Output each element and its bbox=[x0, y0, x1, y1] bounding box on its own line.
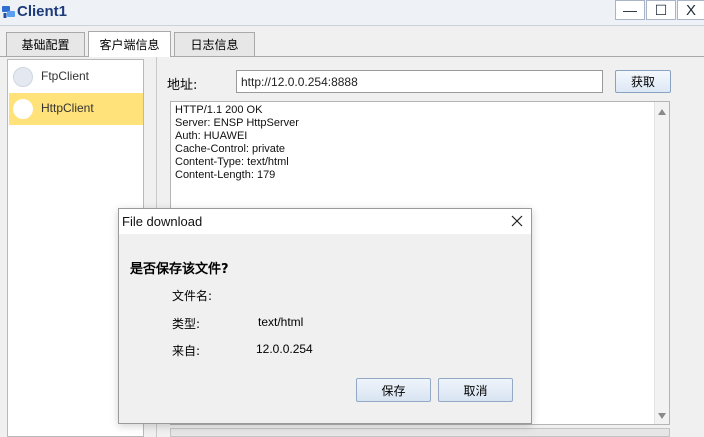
response-line: Content-Length: 179 bbox=[175, 169, 276, 181]
from-value: 12.0.0.254 bbox=[256, 342, 313, 356]
panel-bottom-strip bbox=[170, 428, 670, 437]
tab-client-info[interactable]: 客户端信息 bbox=[88, 31, 171, 57]
dialog-title: File download bbox=[122, 214, 203, 229]
save-button[interactable]: 保存 bbox=[356, 378, 431, 402]
tab-log-info[interactable]: 日志信息 bbox=[174, 32, 255, 56]
close-icon bbox=[511, 215, 523, 227]
scroll-up-icon[interactable] bbox=[658, 109, 666, 115]
client-item-label: FtpClient bbox=[41, 69, 90, 83]
client-item-ftp[interactable]: FtpClient bbox=[9, 61, 143, 93]
response-line: Server: ENSP HttpServer bbox=[175, 117, 299, 129]
address-label: 地址: bbox=[167, 78, 198, 93]
file-download-dialog: File download 是否保存该文件? 文件名: 类型: text/htm… bbox=[118, 208, 532, 424]
address-input[interactable] bbox=[236, 70, 603, 93]
client-status-icon bbox=[13, 99, 33, 119]
dialog-question: 是否保存该文件? bbox=[130, 262, 229, 277]
dialog-close-button[interactable] bbox=[507, 211, 527, 231]
response-content: HTTP/1.1 200 OK Server: ENSP HttpServer … bbox=[175, 104, 299, 182]
minimize-button[interactable]: — bbox=[615, 0, 645, 20]
close-window-button[interactable]: X bbox=[677, 0, 704, 20]
dialog-titlebar: File download bbox=[119, 209, 531, 234]
tab-strip: 基础配置 客户端信息 日志信息 bbox=[0, 26, 704, 57]
cancel-button[interactable]: 取消 bbox=[438, 378, 513, 402]
maximize-button[interactable]: ☐ bbox=[646, 0, 676, 20]
response-line: Cache-Control: private bbox=[175, 143, 286, 155]
network-client-icon bbox=[2, 6, 15, 18]
tab-basic-config[interactable]: 基础配置 bbox=[6, 32, 85, 56]
client-item-http[interactable]: HttpClient bbox=[9, 93, 143, 125]
filename-label: 文件名: bbox=[172, 289, 213, 303]
fetch-button[interactable]: 获取 bbox=[615, 70, 671, 93]
window-titlebar: Client1 — ☐ X bbox=[0, 0, 704, 26]
response-line: HTTP/1.1 200 OK bbox=[175, 104, 263, 116]
client-item-label: HttpClient bbox=[41, 101, 94, 115]
response-line: Auth: HUAWEI bbox=[175, 130, 248, 142]
scroll-down-icon[interactable] bbox=[658, 413, 666, 419]
type-value: text/html bbox=[258, 315, 304, 329]
client-status-icon bbox=[13, 67, 33, 87]
response-line: Content-Type: text/html bbox=[175, 156, 289, 168]
type-label: 类型: bbox=[172, 317, 201, 331]
window-title: Client1 bbox=[17, 3, 68, 20]
vertical-scrollbar[interactable] bbox=[654, 102, 669, 424]
from-label: 来自: bbox=[172, 344, 201, 358]
